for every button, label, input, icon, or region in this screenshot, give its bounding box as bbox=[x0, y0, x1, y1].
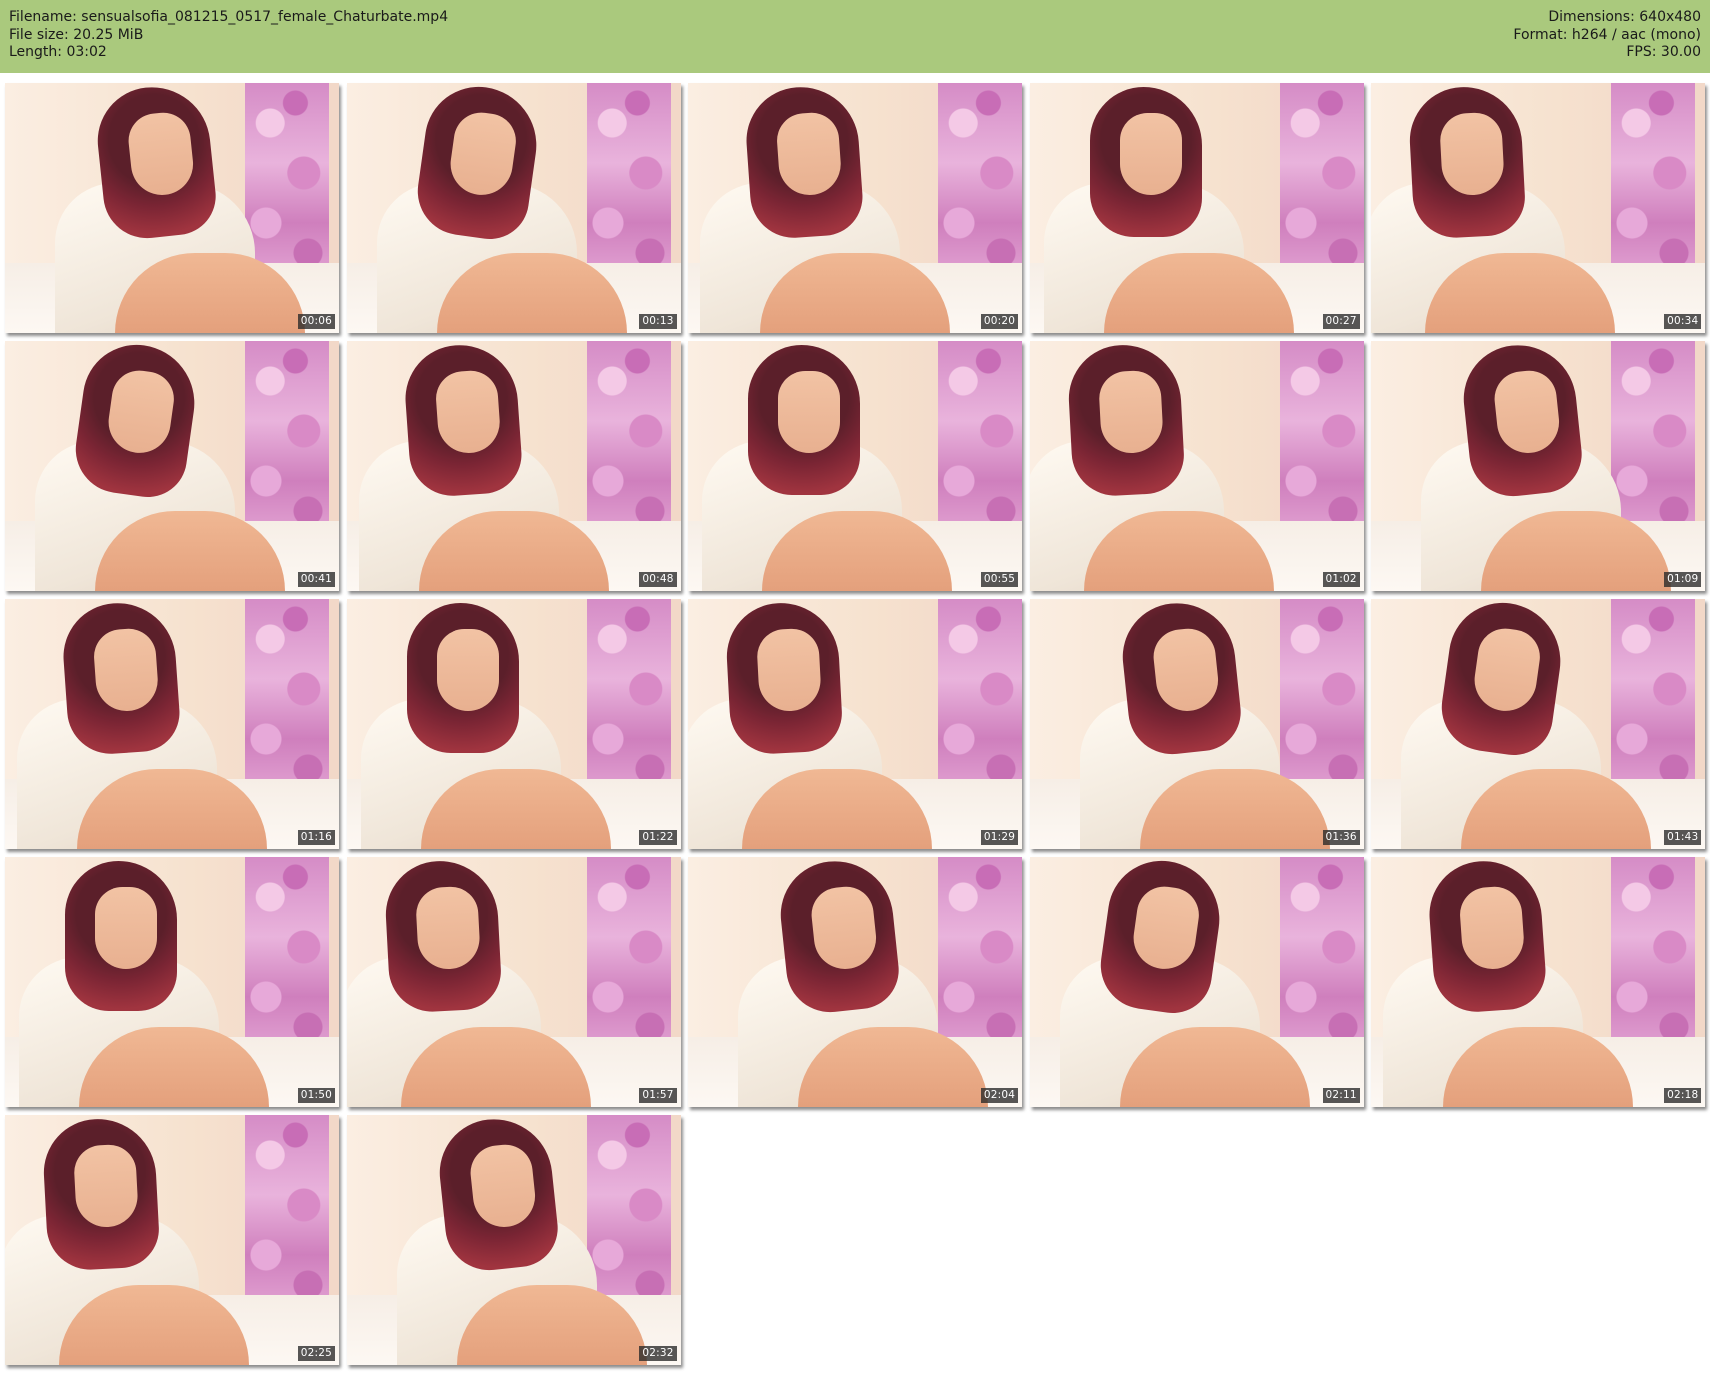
floral-curtain bbox=[1279, 599, 1364, 799]
timestamp-label: 01:22 bbox=[639, 830, 677, 845]
thumbnail-frame[interactable]: 01:57 bbox=[346, 857, 681, 1107]
timestamp-label: 01:43 bbox=[1664, 830, 1702, 845]
floral-curtain bbox=[1611, 857, 1696, 1057]
thumbnail-frame[interactable]: 00:55 bbox=[688, 341, 1023, 591]
face bbox=[92, 626, 160, 714]
timestamp-label: 01:09 bbox=[1664, 572, 1702, 587]
thumbnail-frame[interactable]: 01:43 bbox=[1371, 599, 1706, 849]
face bbox=[756, 627, 823, 713]
thumbnail-frame[interactable]: 00:13 bbox=[346, 83, 681, 333]
floral-curtain bbox=[586, 341, 671, 541]
thumbnail-frame[interactable]: 02:11 bbox=[1029, 857, 1364, 1107]
thumbnail-frame[interactable]: 01:29 bbox=[688, 599, 1023, 849]
filesize-text: File size: 20.25 MiB bbox=[9, 26, 144, 43]
floral-curtain bbox=[938, 599, 1023, 799]
thumbnail-frame[interactable]: 02:18 bbox=[1371, 857, 1706, 1107]
filename-text: Filename: sensualsofia_081215_0517_femal… bbox=[9, 9, 449, 25]
timestamp-label: 02:18 bbox=[1664, 1088, 1702, 1103]
floral-curtain bbox=[1279, 341, 1364, 541]
floral-curtain bbox=[938, 83, 1023, 283]
dimensions-text: Dimensions: 640x480 bbox=[1548, 9, 1701, 25]
thumbnail-frame[interactable]: 01:22 bbox=[346, 599, 681, 849]
thumbnail-frame[interactable]: 01:02 bbox=[1029, 341, 1364, 591]
face bbox=[778, 371, 841, 453]
floral-curtain bbox=[1279, 83, 1364, 283]
thumbnail-frame[interactable]: 01:09 bbox=[1371, 341, 1706, 591]
floral-curtain bbox=[245, 341, 329, 541]
timestamp-label: 00:34 bbox=[1664, 314, 1702, 329]
thumbnail-frame[interactable]: 02:32 bbox=[346, 1115, 681, 1365]
floral-curtain bbox=[586, 83, 671, 283]
thumbnail-frame[interactable]: 02:04 bbox=[688, 857, 1023, 1107]
timestamp-label: 01:50 bbox=[297, 1088, 335, 1103]
thumbnail-frame[interactable]: 01:50 bbox=[5, 857, 339, 1107]
timestamp-label: 01:36 bbox=[1322, 830, 1360, 845]
floral-curtain bbox=[586, 1115, 671, 1315]
floral-curtain bbox=[245, 83, 329, 283]
timestamp-label: 01:57 bbox=[639, 1088, 677, 1103]
info-header: Filename: sensualsofia_081215_0517_femal… bbox=[0, 0, 1710, 73]
timestamp-label: 00:55 bbox=[980, 572, 1019, 587]
timestamp-label: 01:16 bbox=[297, 830, 335, 845]
face bbox=[1119, 113, 1182, 195]
timestamp-label: 00:06 bbox=[297, 314, 335, 329]
face bbox=[436, 629, 499, 711]
face bbox=[1439, 111, 1506, 197]
face bbox=[1458, 884, 1527, 972]
floral-curtain bbox=[938, 341, 1023, 541]
file-info-right: Dimensions: 640x480 Format: h264 / aac (… bbox=[1513, 9, 1701, 62]
thumbnail-frame[interactable]: 00:06 bbox=[5, 83, 339, 333]
floral-curtain bbox=[245, 857, 329, 1057]
timestamp-label: 00:20 bbox=[980, 314, 1019, 329]
face bbox=[1097, 369, 1164, 455]
thumbnail-frame[interactable]: 00:41 bbox=[5, 341, 339, 591]
timestamp-label: 01:02 bbox=[1322, 572, 1360, 587]
format-text: Format: h264 / aac (mono) bbox=[1513, 26, 1701, 43]
timestamp-label: 00:13 bbox=[639, 314, 677, 329]
floral-curtain bbox=[1611, 83, 1696, 283]
floral-curtain bbox=[586, 857, 671, 1057]
timestamp-label: 01:29 bbox=[980, 830, 1019, 845]
thumbnail-frame[interactable]: 02:25 bbox=[5, 1115, 339, 1365]
timestamp-label: 02:11 bbox=[1322, 1088, 1360, 1103]
thumbnail-frame[interactable]: 00:34 bbox=[1371, 83, 1706, 333]
timestamp-label: 02:32 bbox=[639, 1346, 677, 1361]
thumbnail-frame[interactable]: 01:36 bbox=[1029, 599, 1364, 849]
timestamp-label: 02:04 bbox=[980, 1088, 1019, 1103]
floral-curtain bbox=[938, 857, 1023, 1057]
floral-curtain bbox=[1611, 341, 1696, 541]
face bbox=[72, 1143, 140, 1229]
file-info-left: Filename: sensualsofia_081215_0517_femal… bbox=[9, 9, 448, 62]
thumbnail-frame[interactable]: 00:27 bbox=[1029, 83, 1364, 333]
timestamp-label: 00:41 bbox=[297, 572, 335, 587]
floral-curtain bbox=[1279, 857, 1364, 1057]
fps-text: FPS: 30.00 bbox=[1626, 44, 1701, 60]
floral-curtain bbox=[1611, 599, 1696, 799]
floral-curtain bbox=[245, 1115, 329, 1315]
timestamp-label: 00:48 bbox=[639, 572, 677, 587]
floral-curtain bbox=[586, 599, 671, 799]
face bbox=[95, 887, 157, 969]
face bbox=[414, 885, 481, 971]
timestamp-label: 00:27 bbox=[1322, 314, 1360, 329]
face bbox=[775, 110, 843, 198]
thumbnail-frame[interactable]: 00:48 bbox=[346, 341, 681, 591]
length-text: Length: 03:02 bbox=[9, 44, 107, 60]
floral-curtain bbox=[245, 599, 329, 799]
thumbnail-frame[interactable]: 01:16 bbox=[5, 599, 339, 849]
timestamp-label: 02:25 bbox=[297, 1346, 335, 1361]
thumbnail-frame[interactable]: 00:20 bbox=[688, 83, 1023, 333]
